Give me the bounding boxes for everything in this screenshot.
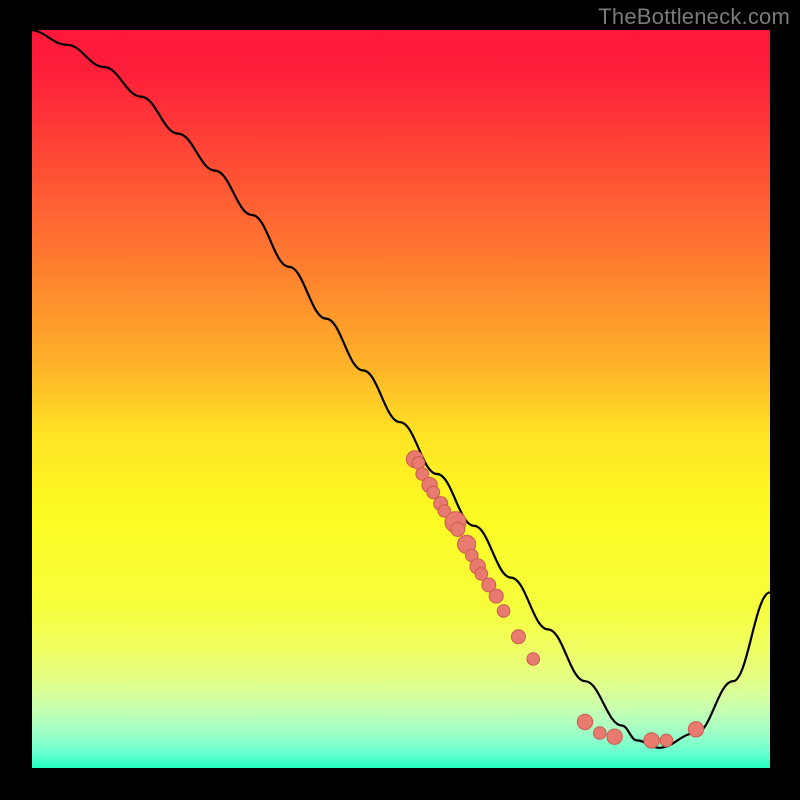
marker-point	[497, 605, 510, 618]
marker-point	[527, 653, 540, 666]
marker-point	[577, 714, 592, 729]
curve-svg	[30, 30, 770, 770]
marker-point	[489, 589, 503, 603]
marker-point	[451, 523, 465, 537]
watermark-text: TheBottleneck.com	[598, 4, 790, 30]
marker-point	[660, 734, 673, 747]
chart-container: TheBottleneck.com	[0, 0, 800, 800]
marker-point	[644, 733, 659, 748]
marker-point	[607, 729, 622, 744]
curve-path	[30, 30, 770, 748]
markers-group	[406, 451, 703, 748]
marker-point	[594, 727, 607, 740]
marker-point	[511, 630, 525, 644]
marker-point	[688, 722, 703, 737]
